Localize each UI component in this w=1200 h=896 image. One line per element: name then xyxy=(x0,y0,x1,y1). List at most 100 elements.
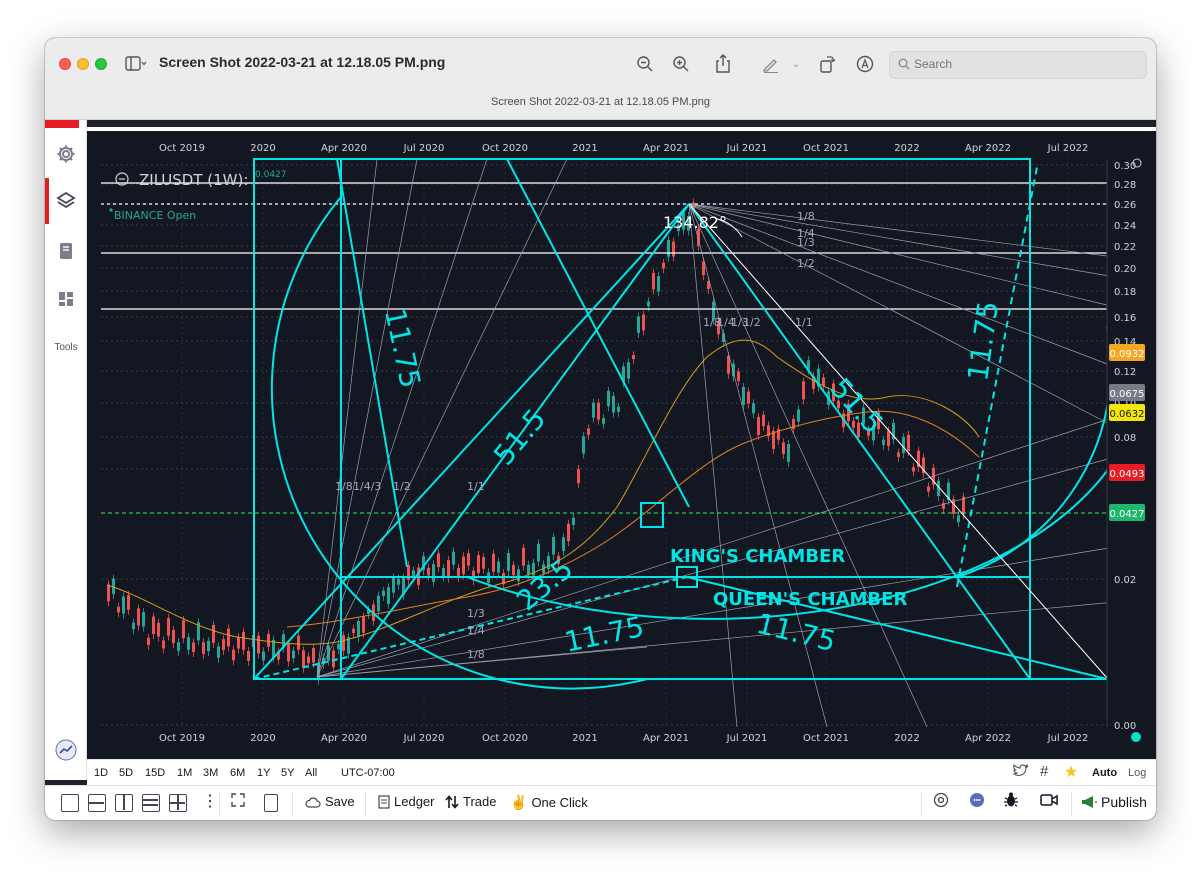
trade-label: Trade xyxy=(463,794,497,809)
time-tick: Apr 2022 xyxy=(965,143,1011,154)
timeframe-1y[interactable]: 1Y xyxy=(257,767,270,779)
tools-sidebar: Tools xyxy=(45,120,87,780)
fan-label: 1/2 xyxy=(393,480,411,493)
time-axis-bottom[interactable]: Oct 2019 2020 Apr 2020 Jul 2020 Oct 2020 2021… xyxy=(159,733,1088,744)
symbol-value: 0.0427 xyxy=(255,170,287,180)
annotate-icon[interactable] xyxy=(853,52,877,76)
price-badge-label: 0.0932 xyxy=(1110,349,1145,360)
twitter-icon[interactable] xyxy=(1012,763,1029,781)
price-badge-label: 0.0493 xyxy=(1110,469,1145,480)
time-tick: Jul 2022 xyxy=(1047,143,1089,154)
timeframe-3m[interactable]: 3M xyxy=(203,767,218,779)
trade-button[interactable]: Trade xyxy=(445,794,496,809)
one-click-button[interactable]: ✌ One Click xyxy=(510,794,588,811)
zoom-out-icon[interactable] xyxy=(633,52,657,76)
ledger-label: Ledger xyxy=(394,794,435,809)
publish-button[interactable]: Publish xyxy=(1081,794,1147,810)
book-icon[interactable] xyxy=(50,235,82,267)
markup-pen-icon[interactable] xyxy=(759,52,783,76)
document-subtitle: Screen Shot 2022-03-21 at 12.18.05 PM.pn… xyxy=(491,96,710,108)
fan-label: 1/4/3 xyxy=(353,480,381,493)
fan-label: 1/4 xyxy=(467,624,485,637)
chat-icon[interactable] xyxy=(969,792,985,808)
minimize-window-button[interactable] xyxy=(77,58,89,70)
time-tick: 2022 xyxy=(894,733,919,744)
timeframe-15d[interactable]: 15D xyxy=(145,767,165,779)
object-tree-icon[interactable] xyxy=(933,792,949,808)
timeframe-5y[interactable]: 5Y xyxy=(281,767,294,779)
time-tick: Oct 2019 xyxy=(159,143,205,154)
fan-label: 1/8 xyxy=(797,210,815,223)
time-tick: Jul 2022 xyxy=(1047,733,1089,744)
snapshot-icon[interactable] xyxy=(264,794,278,812)
zoom-in-icon[interactable] xyxy=(669,52,693,76)
timezone-label[interactable]: UTC-07:00 xyxy=(341,767,395,779)
grid-icon[interactable]: # xyxy=(1040,763,1048,780)
cloud-icon xyxy=(305,797,321,808)
trade-arrows-icon xyxy=(445,794,459,809)
timeframe-1m[interactable]: 1M xyxy=(177,767,192,779)
layout-grid-icon[interactable] xyxy=(169,794,187,812)
scroll-to-latest-icon[interactable] xyxy=(1131,732,1141,742)
fan-label: 1/2 xyxy=(743,316,761,329)
price-tick: 0.18 xyxy=(1114,287,1136,298)
star-icon[interactable]: ★ xyxy=(1064,762,1078,782)
angle-label: 134.82° xyxy=(663,213,727,232)
price-chart[interactable]: 134.82° KING'S CHAMBER QUEEN'S CHAMBER 5… xyxy=(87,127,1156,759)
one-click-label: One Click xyxy=(531,795,588,810)
gear-icon[interactable] xyxy=(50,138,82,170)
time-tick: Jul 2021 xyxy=(726,733,768,744)
price-tick: 0.00 xyxy=(1114,721,1136,732)
symbol-label: ZILUSDT (1W): xyxy=(139,171,248,189)
time-tick: Jul 2020 xyxy=(403,143,445,154)
header-strip xyxy=(87,127,1156,131)
chart-canvas[interactable]: 134.82° KING'S CHAMBER QUEEN'S CHAMBER 5… xyxy=(87,127,1156,759)
time-tick: 2020 xyxy=(250,733,275,744)
time-tick: 2021 xyxy=(572,143,597,154)
time-tick: Apr 2021 xyxy=(643,733,689,744)
search-icon xyxy=(898,58,910,73)
more-icon[interactable]: ⋮ xyxy=(202,791,218,811)
chevron-down-icon[interactable]: ⌄ xyxy=(789,52,803,76)
timeframe-6m[interactable]: 6M xyxy=(230,767,245,779)
price-badge-label: 0.0427 xyxy=(1110,509,1145,520)
widgets-icon[interactable] xyxy=(50,283,82,315)
trend-icon[interactable] xyxy=(50,734,82,766)
ledger-button[interactable]: Ledger xyxy=(378,794,434,809)
label-11-75-topleft: 11.75 xyxy=(378,306,427,391)
rotate-icon[interactable] xyxy=(815,52,839,76)
search-input[interactable] xyxy=(914,57,1134,71)
price-tick: 0.02 xyxy=(1114,575,1136,586)
exchange-label: BINANCE Open xyxy=(114,209,196,222)
timeframe-all[interactable]: All xyxy=(305,767,317,779)
share-icon[interactable] xyxy=(711,52,735,76)
layers-icon[interactable] xyxy=(50,185,82,217)
price-tick: 0.28 xyxy=(1114,180,1136,191)
fullscreen-icon[interactable] xyxy=(231,793,245,807)
auto-scale-toggle[interactable]: Auto xyxy=(1092,767,1117,779)
video-icon[interactable] xyxy=(1040,793,1058,807)
timeframe-5d[interactable]: 5D xyxy=(119,767,133,779)
log-scale-toggle[interactable]: Log xyxy=(1128,767,1146,779)
save-label: Save xyxy=(325,794,355,809)
save-button[interactable]: Save xyxy=(305,794,355,809)
layout-single-icon[interactable] xyxy=(61,794,79,812)
close-window-button[interactable] xyxy=(59,58,71,70)
label-11-75-bottom-left: 11.75 xyxy=(562,610,647,659)
bottom-toolbar: ⋮ Save Ledger Trade ✌ One Click Publish xyxy=(45,785,1156,820)
title-bar: Screen Shot 2022-03-21 at 12.18.05 PM.pn… xyxy=(45,38,1156,120)
layout-split-vertical-icon[interactable] xyxy=(115,794,133,812)
price-tick: 0.20 xyxy=(1114,264,1136,275)
time-tick: Oct 2021 xyxy=(803,733,849,744)
layout-split-horizontal-icon[interactable] xyxy=(88,794,106,812)
sidebar-icon[interactable] xyxy=(121,52,151,76)
document-icon xyxy=(378,794,390,809)
layout-three-rows-icon[interactable] xyxy=(142,794,160,812)
timeframe-1d[interactable]: 1D xyxy=(94,767,108,779)
maximize-window-button[interactable] xyxy=(95,58,107,70)
time-tick: 2022 xyxy=(894,143,919,154)
bug-icon[interactable] xyxy=(1003,791,1019,809)
search-field[interactable] xyxy=(889,51,1147,79)
time-tick: 2020 xyxy=(250,143,275,154)
active-indicator xyxy=(45,178,49,224)
